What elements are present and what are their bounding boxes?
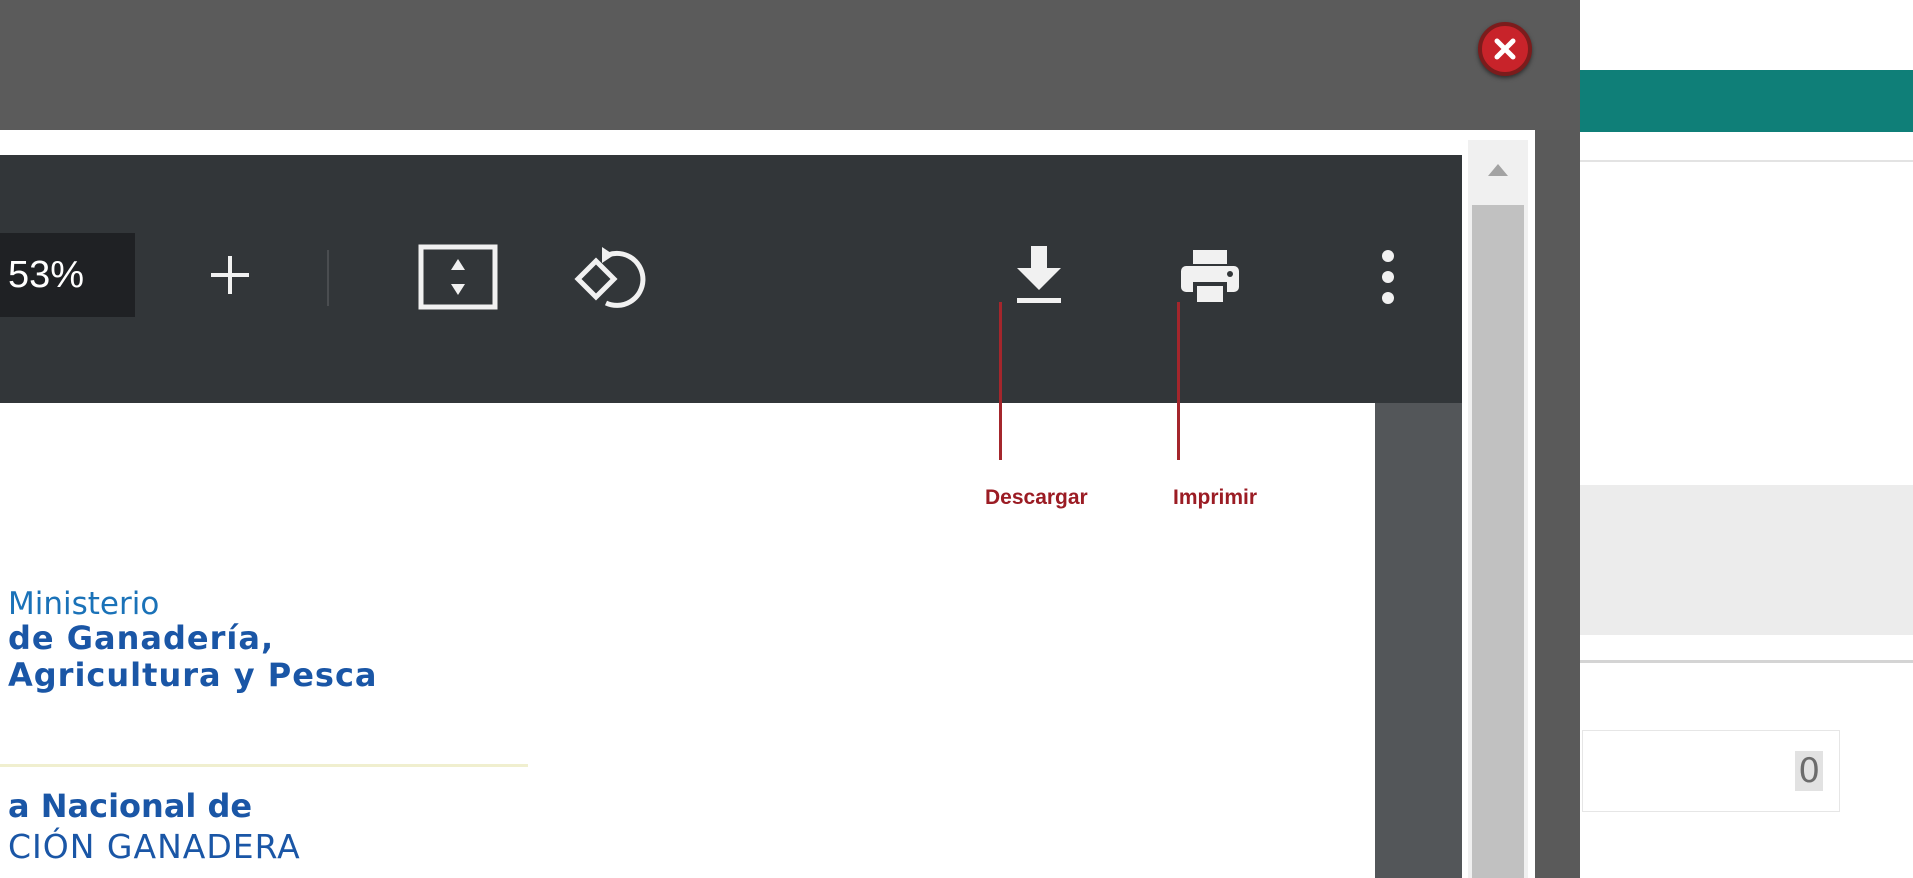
pdf-modal: 53% Ministerio de Ganadería, Agricultura… — [0, 0, 1580, 878]
fit-to-page-button[interactable] — [418, 237, 498, 317]
more-options-button[interactable] — [1368, 237, 1408, 317]
document-subtitle: a Nacional de CIÓN GANADERA — [8, 786, 301, 868]
print-button[interactable] — [1170, 237, 1250, 317]
download-icon — [1017, 246, 1061, 303]
modal-scrollbar[interactable] — [1468, 140, 1528, 878]
toolbar-separator — [327, 250, 329, 306]
print-icon — [1181, 250, 1239, 302]
background-header-bar — [1580, 70, 1913, 132]
zoom-level: 53% — [8, 254, 85, 296]
close-icon — [1494, 38, 1516, 60]
zoom-in-button[interactable] — [200, 245, 260, 305]
logo-rule — [0, 764, 528, 767]
close-button[interactable] — [1478, 22, 1532, 76]
download-button[interactable] — [1004, 237, 1074, 317]
rotate-icon — [574, 247, 646, 308]
ministry-logo: Ministerio de Ganadería, Agricultura y P… — [8, 588, 378, 694]
scroll-thumb[interactable] — [1472, 205, 1524, 878]
plus-icon — [211, 256, 249, 294]
logo-line-1: Ministerio — [8, 586, 160, 622]
pdf-toolbar: 53% — [0, 155, 1462, 403]
download-callout-line — [999, 302, 1002, 460]
background-divider-2 — [1580, 660, 1913, 663]
rotate-button[interactable] — [568, 237, 648, 317]
download-callout-label: Descargar — [985, 486, 1088, 509]
background-field-value: 0 — [1795, 751, 1823, 791]
more-vert-icon — [1382, 250, 1394, 304]
print-callout-label: Imprimir — [1173, 486, 1258, 509]
logo-line-2: de Ganadería, — [8, 619, 275, 657]
background-divider — [1580, 160, 1913, 162]
modal-header — [0, 0, 1580, 130]
fit-to-page-icon — [418, 244, 498, 310]
scroll-up-arrow-icon — [1488, 164, 1508, 176]
scroll-up-button[interactable] — [1468, 140, 1528, 200]
background-panel — [1580, 485, 1913, 635]
subtitle-line-2: CIÓN GANADERA — [8, 827, 301, 866]
zoom-level-box[interactable]: 53% — [0, 233, 135, 317]
print-callout-line — [1177, 302, 1180, 460]
logo-line-3: Agricultura y Pesca — [8, 656, 378, 694]
background-numeric-field[interactable]: 0 — [1582, 730, 1840, 812]
subtitle-line-1: a Nacional de — [8, 787, 253, 825]
